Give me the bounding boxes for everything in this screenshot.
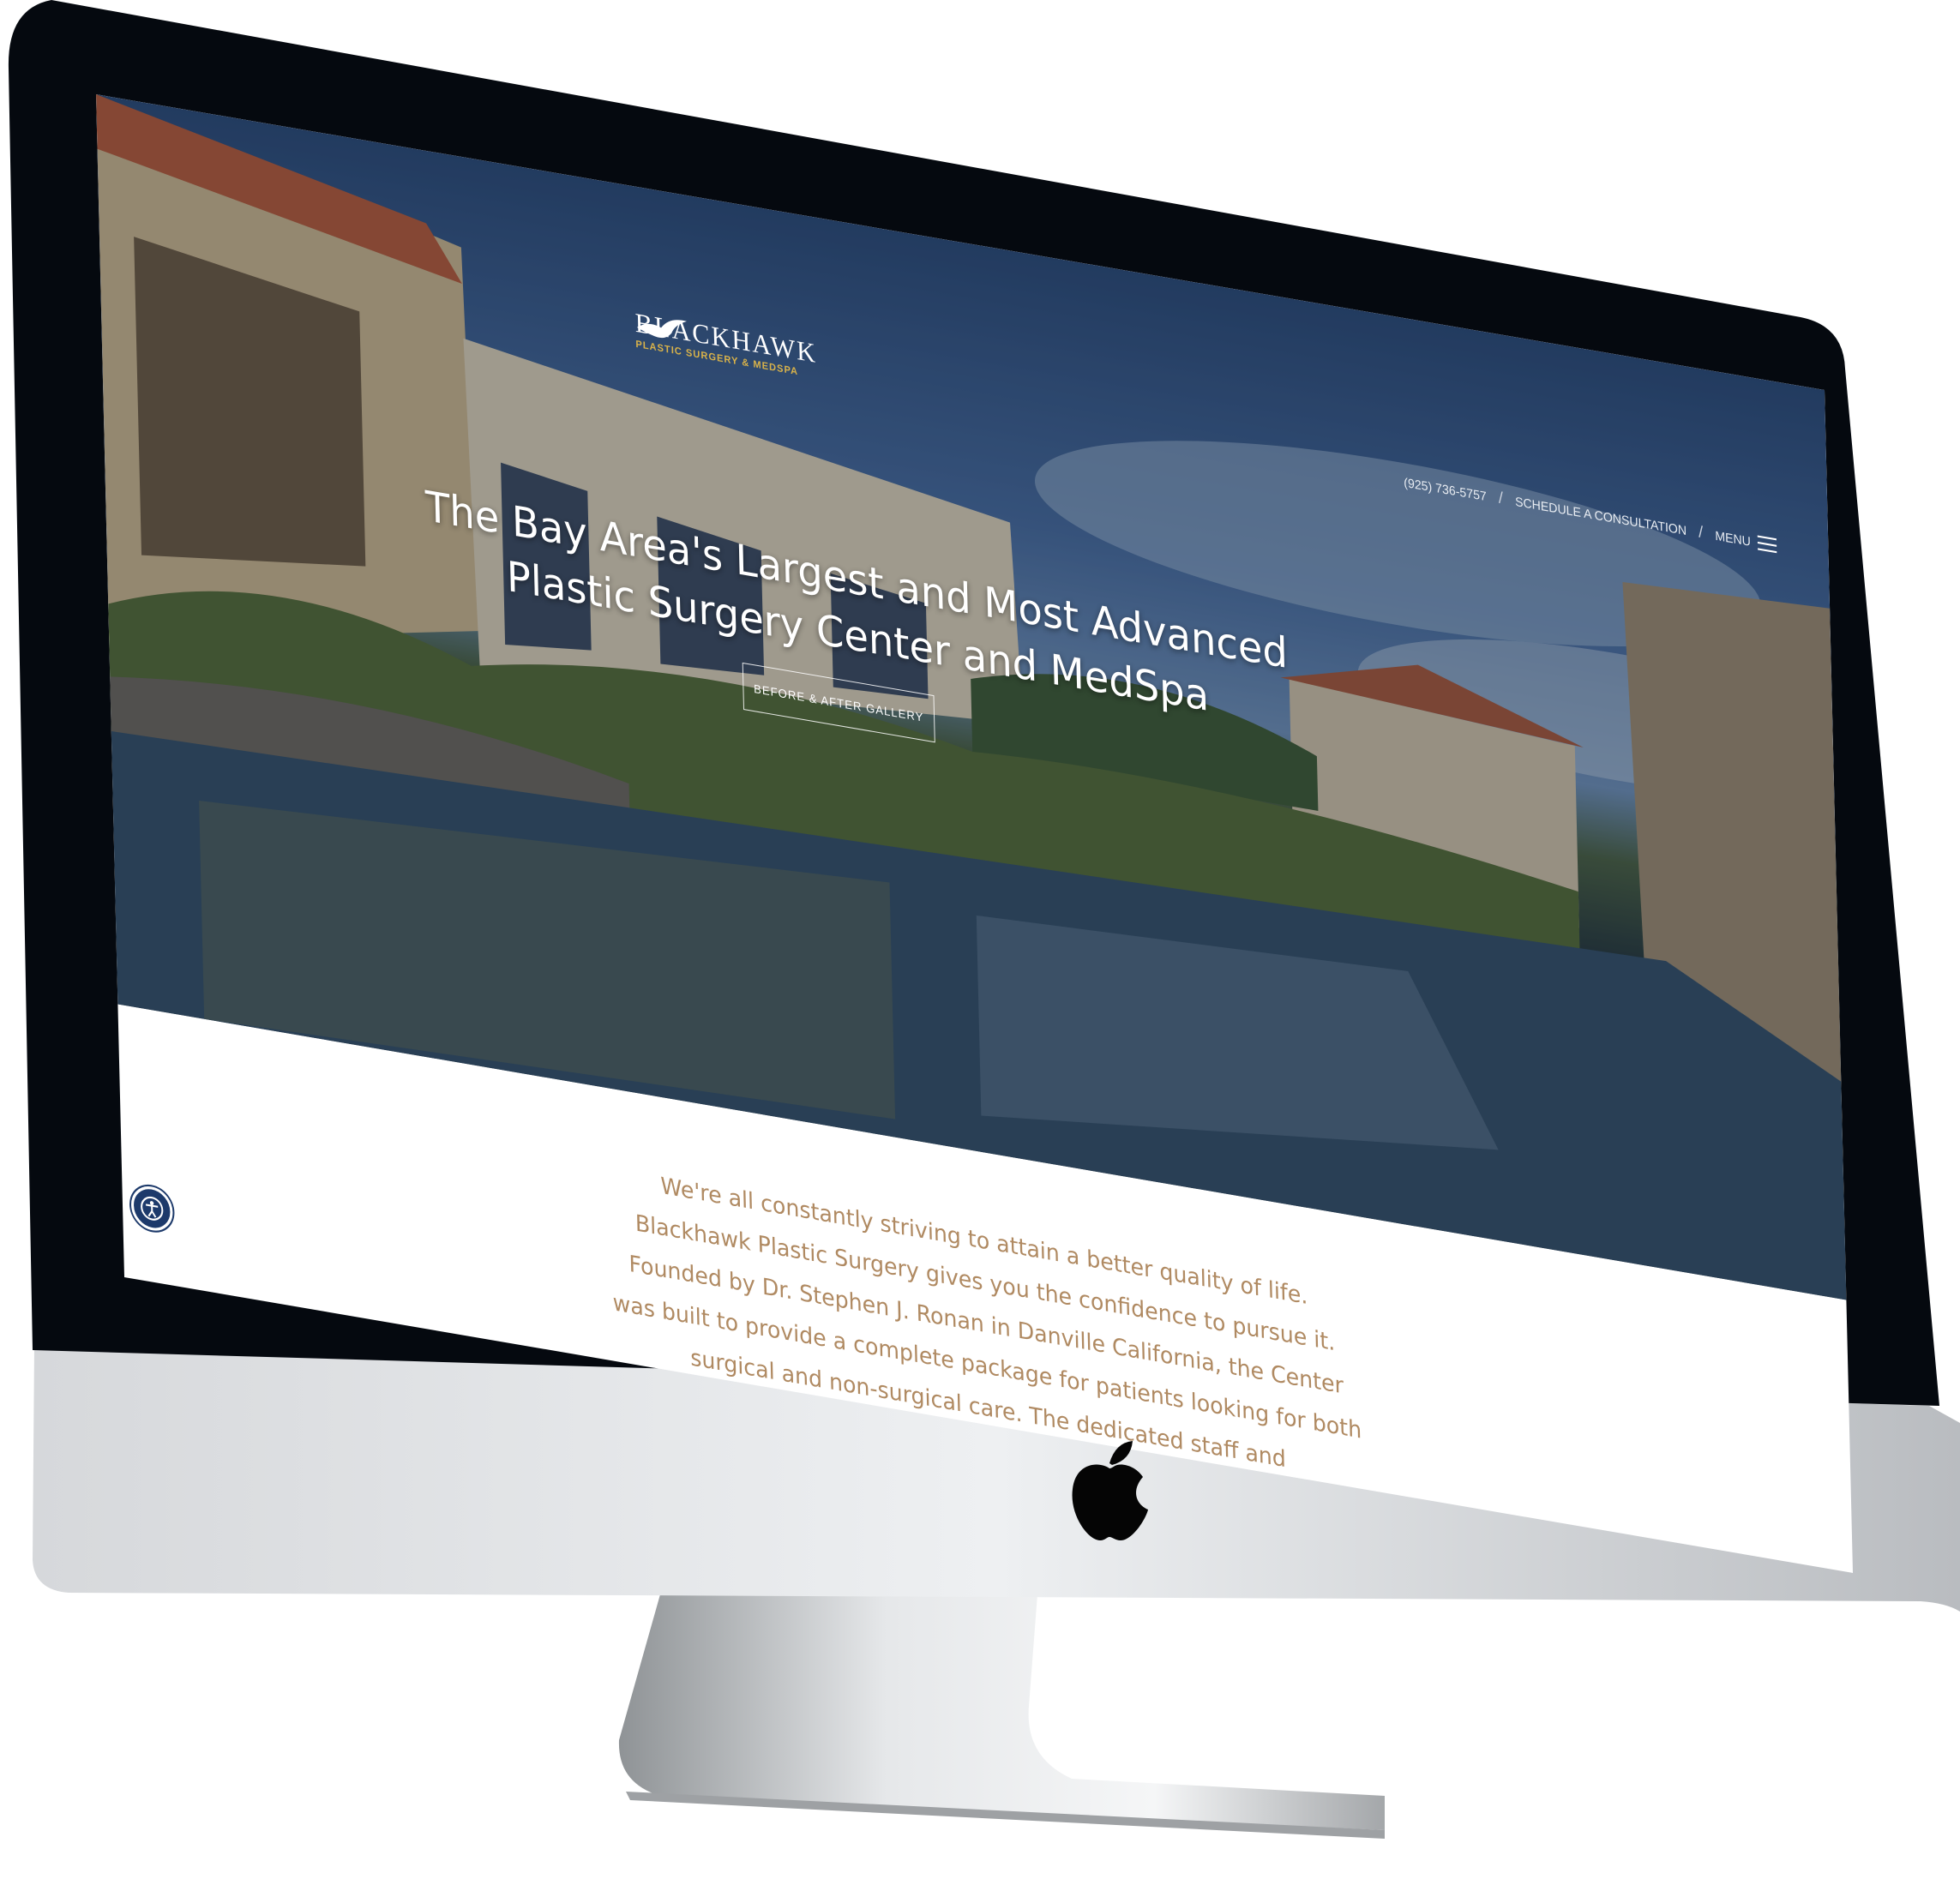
accessibility-icon xyxy=(141,1196,164,1221)
hamburger-icon xyxy=(1757,534,1777,553)
nav-separator: / xyxy=(1498,488,1504,507)
nav-separator: / xyxy=(1698,522,1704,542)
menu-label: MENU xyxy=(1715,527,1752,549)
apple-logo-icon xyxy=(1072,1441,1148,1540)
accessibility-button[interactable] xyxy=(130,1183,174,1234)
imac-mockup: BLACKHAWK PLASTIC SURGERY & MEDSPA (925)… xyxy=(0,0,1960,1897)
